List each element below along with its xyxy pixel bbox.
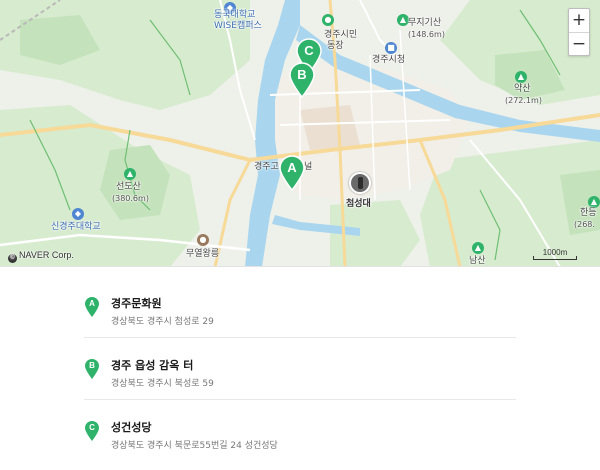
map-label-sin-gyeongju-univ: 신경주대학교 (51, 222, 101, 232)
zoom-control: + − (568, 8, 590, 56)
mountain-icon: ▲ (588, 196, 600, 208)
copyright-icon: © (8, 254, 17, 263)
map-label-mujigisan: 무지기산 (408, 18, 442, 28)
university-icon: ◆ (72, 208, 84, 220)
marker-letter: A (287, 160, 297, 175)
place-item-b[interactable]: B 경주 읍성 감옥 터 경상북도 경주시 북성로 59 (84, 338, 516, 400)
place-name[interactable]: 경주 읍성 감옥 터 (111, 357, 193, 373)
mountain-icon: ▲ (124, 168, 136, 180)
map-label-yaksan: 약산 (514, 84, 531, 94)
market-icon: ● (322, 14, 334, 26)
map-label-seondosan: 선도산 (116, 182, 141, 192)
mountain-icon: ▲ (472, 242, 484, 254)
map-label-cheomseongdae: 첨성대 (346, 199, 371, 209)
place-address: 경상북도 경주시 북성로 59 (111, 379, 214, 389)
place-letter: B (89, 361, 95, 370)
map-label-dongguk: 동국대학교 (214, 10, 256, 20)
map-label-handeung-height: (268. (574, 220, 595, 229)
place-name[interactable]: 성건성당 (111, 419, 151, 435)
cheomseongdae-photo-icon[interactable] (349, 172, 371, 194)
place-item-c[interactable]: C 성건성당 경상북도 경주시 북문로55번길 24 성건성당 (84, 400, 516, 462)
map-label-yaksan-height: (272.1m) (505, 96, 542, 105)
mountain-icon: ▲ (515, 71, 527, 83)
map-label-muyeol-tomb: 무열왕릉 (186, 249, 220, 259)
map-label-wise: WISE캠퍼스 (214, 21, 262, 31)
place-name[interactable]: 경주문화원 (111, 295, 162, 311)
zoom-out-button[interactable]: − (569, 32, 589, 55)
map-label-handeung: 한등 (580, 208, 597, 218)
scale-line (533, 256, 577, 260)
place-pin-icon: C (84, 420, 100, 442)
map-label-seondosan-height: (380.6m) (112, 194, 149, 203)
scale-bar: 1000m (533, 248, 577, 260)
map-label-city-hall: 경주시청 (372, 55, 406, 65)
place-address: 경상북도 경주시 북문로55번길 24 성건성당 (111, 441, 278, 451)
map-label-gyeongju-go: 경주고 (254, 162, 279, 172)
map-label-dong: 동장 (327, 41, 344, 51)
map-view[interactable]: ◆ ◆ ■ ● ▲ ▲ ▲ ▲ ▲ ● 동국대학교 WISE캠퍼스 경주시민 동… (0, 0, 600, 267)
map-label-mujigisan-height: (148.6m) (408, 30, 445, 39)
place-pin-icon: B (84, 358, 100, 380)
map-marker-b[interactable]: B (288, 62, 316, 98)
place-address: 경상북도 경주시 첨성로 29 (111, 317, 214, 327)
map-label-namsan: 남산 (469, 256, 486, 266)
map-copyright: © NAVER Corp. (8, 250, 74, 263)
marker-letter: C (304, 43, 314, 58)
zoom-in-button[interactable]: + (569, 9, 589, 32)
marker-letter: B (297, 67, 307, 82)
place-pin-icon: A (84, 296, 100, 318)
place-item-a[interactable]: A 경주문화원 경상북도 경주시 첨성로 29 (84, 276, 516, 338)
place-letter: C (89, 423, 95, 432)
place-list: A 경주문화원 경상북도 경주시 첨성로 29 B 경주 읍성 감옥 터 경상북… (84, 276, 516, 462)
royal-tomb-icon: ● (197, 234, 209, 246)
copyright-text: NAVER Corp. (19, 250, 74, 260)
city-hall-icon: ■ (385, 42, 397, 54)
map-label-gyeongju-market: 경주시민 (324, 30, 358, 40)
map-marker-a[interactable]: A (278, 155, 306, 191)
place-letter: A (89, 299, 95, 308)
